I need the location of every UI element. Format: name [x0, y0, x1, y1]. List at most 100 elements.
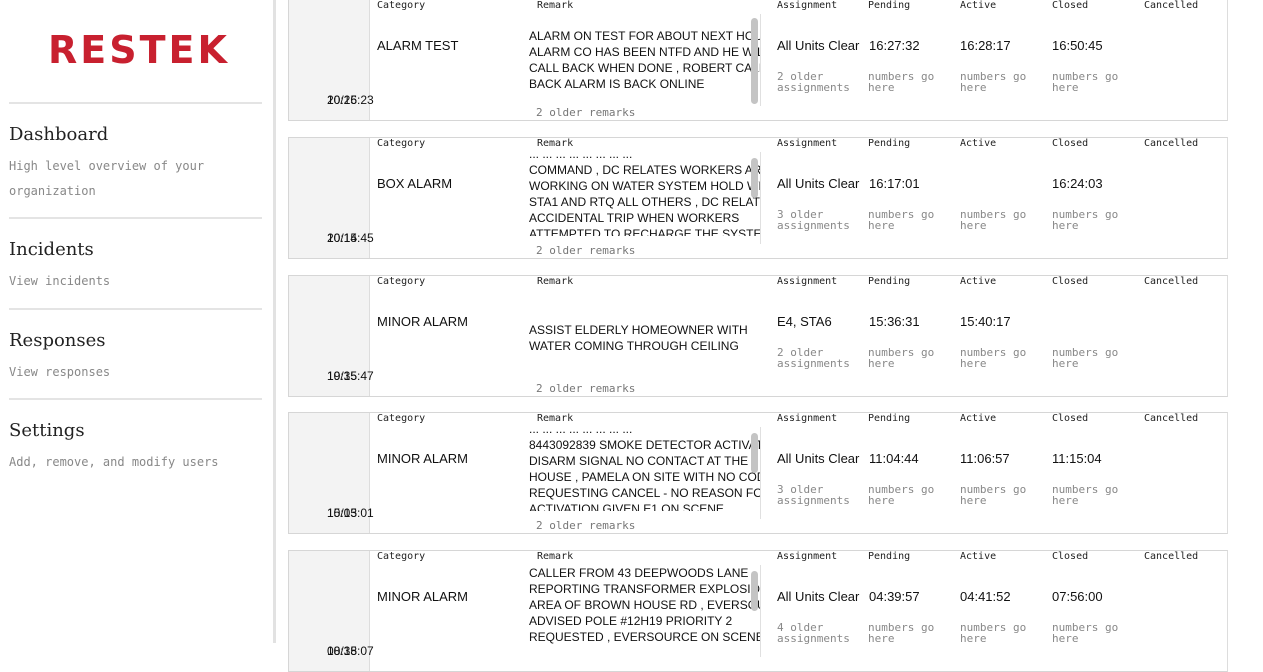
- remark-scrollbar[interactable]: [751, 433, 758, 473]
- pending-numbers: numbers go here: [868, 346, 935, 370]
- header-closed: Closed: [1052, 413, 1089, 424]
- active-numbers: numbers go here: [960, 208, 1027, 232]
- sidebar-item-incidents[interactable]: Incidents: [9, 239, 94, 260]
- incident-active: 15:40:17: [960, 314, 1011, 329]
- active-numbers: numbers go here: [960, 483, 1027, 507]
- remark-scroll-area[interactable]: ASSIST ELDERLY HOMEOWNER WITH WATER COMI…: [529, 290, 761, 374]
- older-assignments-link[interactable]: 2 older assignments: [777, 71, 867, 93]
- header-pending: Pending: [868, 551, 911, 562]
- older-remarks-link[interactable]: 2 older remarks: [536, 244, 635, 257]
- incident-category: MINOR ALARM: [377, 589, 469, 604]
- incident-datetime: 10/15 20:14:45: [289, 138, 374, 258]
- incident-closed: 16:24:03: [1052, 176, 1103, 191]
- pending-numbers: numbers go here: [868, 621, 935, 645]
- closed-numbers: numbers go here: [1052, 70, 1119, 94]
- header-remark: Remark: [537, 0, 574, 11]
- remark-scroll-area[interactable]: ... ... ... ... ... ... ... ... COMMAND …: [529, 152, 761, 236]
- active-numbers: numbers go here: [960, 70, 1027, 94]
- incident-card[interactable]: 10/15 08:38:07 Category Remark Assignment…: [288, 550, 1228, 672]
- remark-scroll-area[interactable]: ALARM ON TEST FOR ABOUT NEXT HOUR ALARM …: [529, 14, 761, 98]
- sidebar-item-dashboard[interactable]: Dashboard: [9, 124, 108, 145]
- incident-time: 20:26:23: [327, 93, 374, 107]
- older-remarks-link[interactable]: 2 older remarks: [536, 519, 635, 532]
- header-pending: Pending: [868, 276, 911, 287]
- incident-remark: CALLER FROM 43 DEEPWOODS LANE REPORTING …: [529, 566, 761, 644]
- incident-card[interactable]: 10/15 15:03:01 Category Remark Assignment…: [288, 412, 1228, 534]
- header-closed: Closed: [1052, 138, 1089, 149]
- incident-card[interactable]: 10/15 20:14:45 Category Remark Assignment…: [288, 137, 1228, 259]
- incident-time: 08:38:07: [327, 644, 374, 658]
- header-closed: Closed: [1052, 276, 1089, 287]
- incident-remark: ... ... ... ... ... ... ... ... COMMAND …: [529, 152, 761, 236]
- header-active: Active: [960, 551, 997, 562]
- remark-scrollbar[interactable]: [751, 158, 758, 198]
- incident-datetime: 10/15 20:26:23: [289, 0, 374, 120]
- header-category: Category: [377, 413, 426, 424]
- incident-category: MINOR ALARM: [377, 314, 469, 329]
- incident-pending: 11:04:44: [869, 451, 919, 466]
- remark-scroll-area[interactable]: ... ... ... ... ... ... ... ... 84430928…: [529, 427, 761, 511]
- incident-active: 16:28:17: [960, 38, 1011, 53]
- header-remark: Remark: [537, 413, 574, 424]
- incident-card[interactable]: 10/15 20:26:23 Category Remark Assignment…: [288, 0, 1228, 121]
- incident-time: 15:03:01: [327, 506, 374, 520]
- sidebar-divider: [9, 102, 262, 104]
- remark-scrollbar[interactable]: [751, 18, 758, 104]
- incident-pending: 16:17:01: [869, 176, 920, 191]
- header-active: Active: [960, 138, 997, 149]
- older-assignments-link[interactable]: 3 older assignments: [777, 209, 867, 231]
- closed-numbers: numbers go here: [1052, 208, 1119, 232]
- older-assignments-link[interactable]: 2 older assignments: [777, 347, 867, 369]
- older-assignments-link[interactable]: 4 older assignments: [777, 622, 867, 644]
- incident-time: 20:14:45: [327, 231, 374, 245]
- pending-numbers: numbers go here: [868, 70, 935, 94]
- incident-assignment: All Units Clear: [777, 589, 860, 604]
- header-cancelled: Cancelled: [1144, 551, 1199, 562]
- incident-active: 04:41:52: [960, 589, 1011, 604]
- sidebar-desc-settings: Add, remove, and modify users: [9, 455, 219, 469]
- incident-list: 10/15 20:26:23 Category Remark Assignment…: [279, 0, 1263, 672]
- header-assignment: Assignment: [777, 413, 838, 424]
- incident-datetime: 10/15 19:35:47: [289, 276, 374, 396]
- sidebar-desc-incidents: View incidents: [9, 274, 111, 288]
- restek-logo[interactable]: RESTEK: [48, 28, 230, 72]
- header-closed: Closed: [1052, 551, 1089, 562]
- header-active: Active: [960, 413, 997, 424]
- sidebar-item-responses[interactable]: Responses: [9, 330, 106, 351]
- incident-remark: ... ... ... ... ... ... ... ... 84430928…: [529, 427, 761, 511]
- older-remarks-link[interactable]: 2 older remarks: [536, 382, 635, 395]
- incident-category: MINOR ALARM: [377, 451, 469, 466]
- closed-numbers: numbers go here: [1052, 621, 1119, 645]
- header-cancelled: Cancelled: [1144, 0, 1199, 11]
- remark-divider: [760, 14, 761, 106]
- incident-active: 11:06:57: [960, 451, 1010, 466]
- incident-datetime: 10/15 15:03:01: [289, 413, 374, 533]
- remark-scrollbar[interactable]: [751, 571, 758, 611]
- header-cancelled: Cancelled: [1144, 276, 1199, 287]
- header-closed: Closed: [1052, 0, 1089, 11]
- incident-category: BOX ALARM: [377, 176, 453, 191]
- incident-time: 19:35:47: [327, 369, 374, 383]
- sidebar-divider: [9, 308, 262, 310]
- header-category: Category: [377, 276, 426, 287]
- header-active: Active: [960, 0, 997, 11]
- header-remark: Remark: [537, 138, 574, 149]
- incident-assignment: All Units Clear: [777, 451, 860, 466]
- remark-scroll-area[interactable]: CALLER FROM 43 DEEPWOODS LANE REPORTING …: [529, 565, 761, 649]
- older-assignments-link[interactable]: 3 older assignments: [777, 484, 867, 506]
- incident-closed: 16:50:45: [1052, 38, 1103, 53]
- incident-datetime: 10/15 08:38:07: [289, 551, 374, 671]
- older-remarks-link[interactable]: 2 older remarks: [536, 106, 635, 119]
- closed-numbers: numbers go here: [1052, 483, 1119, 507]
- header-pending: Pending: [868, 0, 911, 11]
- incident-assignment: All Units Clear: [777, 38, 860, 53]
- pending-numbers: numbers go here: [868, 208, 935, 232]
- incident-assignment: All Units Clear: [777, 176, 860, 191]
- incident-pending: 04:39:57: [869, 589, 920, 604]
- remark-divider: [760, 565, 761, 657]
- incident-card[interactable]: 10/15 19:35:47 Category Remark Assignment…: [288, 275, 1228, 397]
- header-assignment: Assignment: [777, 551, 838, 562]
- sidebar-item-settings[interactable]: Settings: [9, 420, 85, 441]
- closed-numbers: numbers go here: [1052, 346, 1119, 370]
- header-cancelled: Cancelled: [1144, 413, 1199, 424]
